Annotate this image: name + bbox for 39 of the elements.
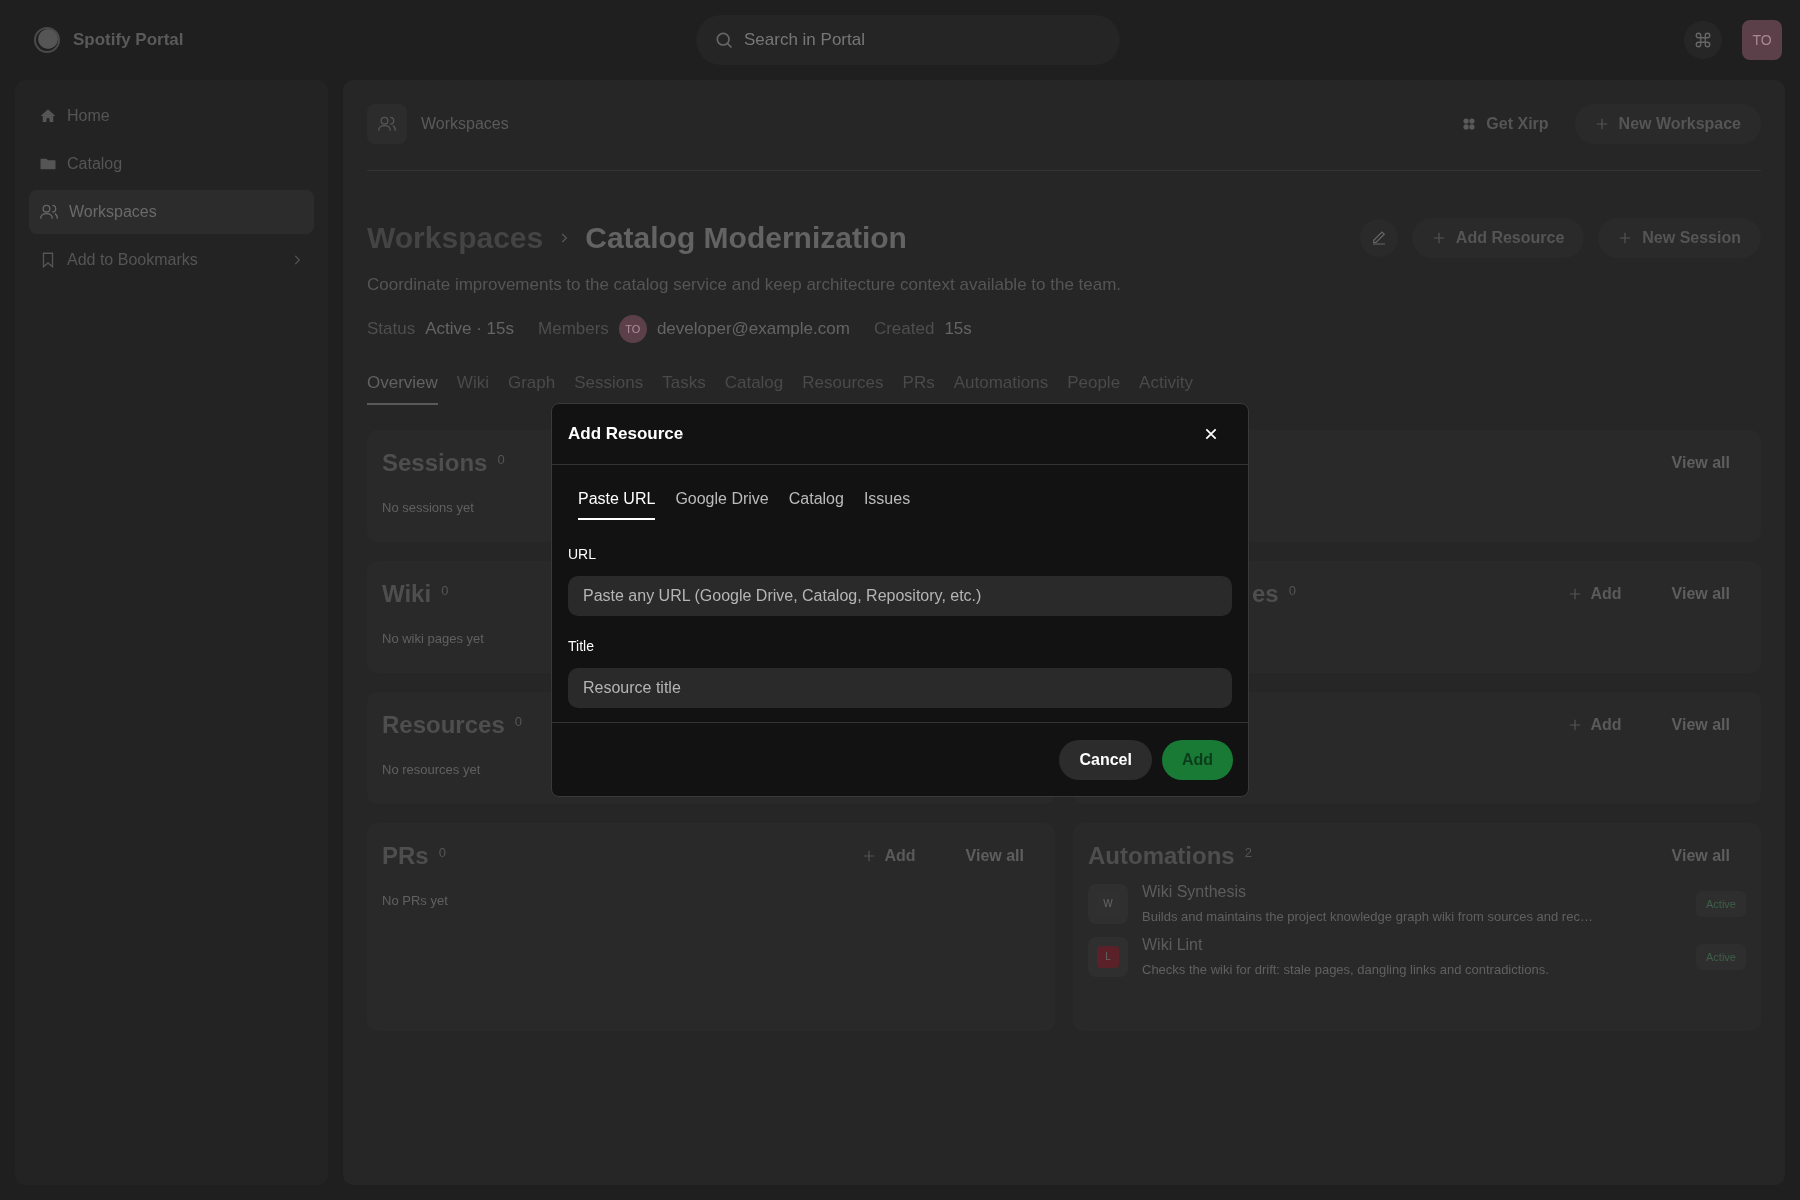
close-button[interactable]	[1204, 427, 1218, 441]
letter-badge: L	[1097, 945, 1119, 968]
people-icon	[39, 202, 59, 222]
brand-name: Spotify Portal	[73, 30, 184, 50]
dialog-title: Add Resource	[568, 424, 684, 444]
field-label: Title	[568, 638, 595, 654]
search-icon	[714, 30, 734, 50]
input-field[interactable]: Resource title	[568, 668, 1232, 708]
field-label: URL	[568, 546, 597, 562]
workspace-tab[interactable]: Overview	[367, 373, 438, 405]
meta-value: Active · 15s	[425, 319, 514, 339]
home-icon	[39, 107, 57, 125]
edit-button[interactable]	[1359, 219, 1398, 257]
close-icon	[1204, 427, 1218, 441]
plus-icon	[1568, 718, 1583, 732]
plus-icon	[1618, 231, 1633, 245]
people-icon	[377, 114, 397, 134]
add-button[interactable]: Add	[1161, 740, 1233, 780]
meta-value: developer@example.com	[656, 319, 850, 339]
command-button[interactable]	[1684, 21, 1722, 59]
input-field[interactable]: Paste any URL (Google Drive, Catalog, Repository, etc.)	[568, 576, 1232, 616]
source-tab[interactable]: Google Drive	[675, 490, 769, 520]
plus-icon	[1594, 117, 1609, 131]
source-tab[interactable]: Paste URL	[578, 490, 656, 520]
source-tab[interactable]: Catalog	[788, 490, 844, 520]
sidebar-item[interactable]: Workspaces	[29, 190, 314, 234]
plus-icon	[862, 849, 877, 863]
workspace-title: Catalog Modernization	[585, 221, 908, 255]
logo-icon	[33, 26, 61, 54]
cancel-button[interactable]: Cancel	[1059, 740, 1152, 780]
search-field[interactable]: Search in Portal	[696, 15, 1120, 65]
plus-icon	[1431, 231, 1446, 245]
meta-value: 15s	[944, 319, 972, 339]
user-avatar[interactable]: TO	[1742, 20, 1782, 60]
clover-icon	[1462, 117, 1477, 131]
command-icon	[1694, 31, 1712, 49]
plus-icon	[1568, 587, 1583, 601]
source-tab[interactable]: Issues	[863, 490, 911, 520]
member-avatar: TO	[618, 315, 647, 343]
